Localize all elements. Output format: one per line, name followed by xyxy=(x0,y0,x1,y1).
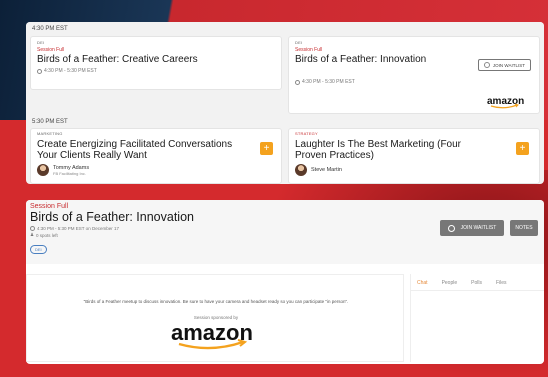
session-time: 4:30 PM - 5:30 PM EST xyxy=(295,79,533,85)
session-card[interactable]: STRATEGY Laughter Is The Best Marketing … xyxy=(288,128,540,184)
add-session-button[interactable]: + xyxy=(260,142,273,155)
session-card[interactable]: DEI Session Full Birds of a Feather: Cre… xyxy=(30,36,282,90)
session-card[interactable]: MARKETING Create Energizing Facilitated … xyxy=(30,128,282,184)
session-status: Session Full xyxy=(30,203,69,210)
category-badge: DEI xyxy=(30,245,47,254)
tab-files[interactable]: Files xyxy=(496,280,507,286)
session-detail-panel: Session Full Birds of a Feather: Innovat… xyxy=(26,200,544,364)
avatar xyxy=(295,164,307,176)
clock-icon xyxy=(30,226,35,231)
clock-icon xyxy=(447,224,455,232)
tab-chat[interactable]: Chat xyxy=(417,280,428,286)
session-tag: STRATEGY xyxy=(295,131,318,136)
speaker-name: Steve Martin xyxy=(311,167,342,173)
session-tag: MARKETING xyxy=(37,131,63,136)
clock-icon xyxy=(295,79,300,85)
speaker[interactable]: Steve Martin xyxy=(295,164,533,176)
side-tabs: Chat People Polls Files xyxy=(411,274,544,286)
session-title[interactable]: Birds of a Feather: Creative Careers xyxy=(37,54,275,65)
time-slot-header: 5:30 PM EST xyxy=(26,115,544,129)
video-area[interactable]: "Birds of a Feather meetup to discuss in… xyxy=(26,274,404,362)
amazon-logo: amazon xyxy=(487,96,524,109)
clock-icon xyxy=(37,68,42,74)
tab-polls[interactable]: Polls xyxy=(471,280,482,286)
svg-text:amazon: amazon xyxy=(487,96,524,107)
session-tag: DEI xyxy=(37,40,45,45)
session-card[interactable]: DEI Session Full Birds of a Feather: Inn… xyxy=(288,36,540,114)
notes-button[interactable]: NOTES xyxy=(510,220,538,236)
user-icon: ♟ xyxy=(30,232,35,237)
session-title[interactable]: Create Energizing Facilitated Conversati… xyxy=(37,139,247,161)
session-time: 4:30 PM - 5:30 PM EST xyxy=(37,68,275,74)
side-panel: Chat People Polls Files xyxy=(410,274,544,362)
sponsor-label: Session sponsored by xyxy=(193,315,239,320)
session-title[interactable]: Laughter Is The Best Marketing (Four Pro… xyxy=(295,139,495,161)
schedule-panel: 4:30 PM EST DEI Session Full Birds of a … xyxy=(26,22,544,184)
session-status: Session Full xyxy=(295,47,323,53)
time-slot-header: 4:30 PM EST xyxy=(26,22,544,36)
speaker-org: FB Facilitating Inc. xyxy=(53,170,86,176)
clock-icon xyxy=(483,62,490,68)
tab-divider xyxy=(411,290,544,291)
speaker[interactable]: Tommy Adams FB Facilitating Inc. xyxy=(37,164,275,176)
session-status: Session Full xyxy=(37,47,65,53)
join-waitlist-button[interactable]: JOIN WAITLIST xyxy=(440,220,504,236)
session-tag: DEI xyxy=(295,40,303,45)
add-session-button[interactable]: + xyxy=(516,142,529,155)
tab-people[interactable]: People xyxy=(442,280,458,286)
session-description: "Birds of a Feather meetup to discuss in… xyxy=(83,299,349,304)
join-waitlist-button[interactable]: JOIN WAITLIST xyxy=(477,59,531,71)
avatar xyxy=(37,164,49,176)
speaker-name: Tommy Adams xyxy=(53,164,90,171)
amazon-logo: amazon xyxy=(171,321,253,350)
